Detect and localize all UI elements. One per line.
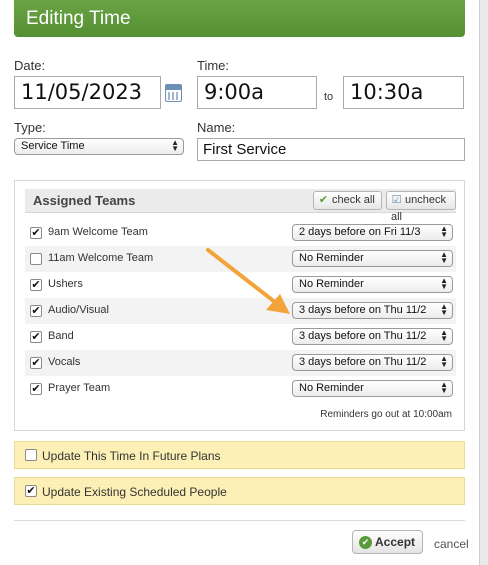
select-arrows-icon: ▲ ▼ (440, 224, 448, 239)
team-name: Ushers (48, 278, 83, 290)
team-checkbox[interactable]: ✔ (30, 227, 42, 239)
accept-label: Accept (375, 535, 416, 549)
uncheck-all-button[interactable]: ☑ uncheck all (386, 191, 456, 223)
reminder-select-value: No Reminder (299, 278, 364, 290)
check-circle-icon: ✔ (318, 194, 329, 206)
team-checkbox[interactable]: ✔ (30, 305, 42, 317)
team-name: Vocals (48, 356, 81, 368)
type-label: Type: (14, 120, 46, 135)
end-time-field[interactable]: 10:30a (343, 76, 464, 109)
annotation-arrow-icon (206, 248, 290, 314)
update-existing-label: Update Existing Scheduled People (42, 485, 227, 499)
team-name: Band (48, 330, 74, 342)
update-existing-checkbox[interactable]: ✔ (25, 485, 37, 497)
dialog-title: Editing Time (14, 0, 465, 37)
team-row: ✔ Prayer Team No Reminder ▲ ▼ (25, 376, 456, 402)
select-arrows-icon: ▲ ▼ (440, 250, 448, 265)
team-checkbox[interactable]: ✔ (30, 331, 42, 343)
accept-button[interactable]: ✔ Accept (352, 530, 423, 554)
date-label: Date: (14, 58, 46, 73)
name-label: Name: (197, 120, 236, 135)
team-name: Prayer Team (48, 382, 111, 394)
reminder-select[interactable]: No Reminder ▲ ▼ (292, 276, 453, 293)
time-separator: to (324, 91, 334, 103)
check-icon: ✔ (359, 536, 372, 549)
assigned-teams-header: Assigned Teams ✔ check all ☑ uncheck all (25, 189, 456, 223)
time-label: Time: (197, 58, 230, 73)
reminder-select-value: 3 days before on Thu 11/2 (299, 330, 427, 342)
type-select[interactable]: Service Time ▲ ▼ (14, 138, 184, 155)
reminder-select-value: No Reminder (299, 252, 364, 264)
calendar-icon[interactable] (165, 84, 182, 102)
select-arrows-icon: ▲ ▼ (440, 354, 448, 369)
select-arrows-icon: ▲ ▼ (440, 276, 448, 291)
reminder-select[interactable]: No Reminder ▲ ▼ (292, 250, 453, 267)
reminder-select[interactable]: No Reminder ▲ ▼ (292, 380, 453, 397)
reminder-select-value: 3 days before on Thu 11/2 (299, 304, 427, 316)
team-checkbox[interactable]: ✔ (30, 383, 42, 395)
team-checkbox[interactable]: ✔ (30, 357, 42, 369)
team-name: 11am Welcome Team (48, 252, 154, 264)
reminder-select[interactable]: 2 days before on Fri 11/3 ▲ ▼ (292, 224, 453, 241)
reminder-select-value: No Reminder (299, 382, 364, 394)
footer-divider (14, 520, 465, 521)
team-checkbox[interactable]: ✔ (30, 279, 42, 291)
date-field[interactable]: 11/05/2023 (14, 76, 161, 109)
reminder-select[interactable]: 3 days before on Thu 11/2 ▲ ▼ (292, 302, 453, 319)
team-name: Audio/Visual (48, 304, 109, 316)
select-arrows-icon: ▲ ▼ (171, 138, 179, 153)
team-row: ✔ Vocals 3 days before on Thu 11/2 ▲ ▼ (25, 350, 456, 376)
update-future-label: Update This Time In Future Plans (42, 449, 221, 463)
update-future-checkbox[interactable] (25, 449, 37, 461)
team-name: 9am Welcome Team (48, 226, 148, 238)
start-time-field[interactable]: 9:00a (197, 76, 317, 109)
team-checkbox[interactable] (30, 253, 42, 265)
name-field[interactable]: First Service (197, 138, 465, 161)
reminders-footnote: Reminders go out at 10:00am (320, 409, 452, 420)
assigned-teams-title: Assigned Teams (33, 193, 136, 208)
reminder-select-value: 2 days before on Fri 11/3 (299, 226, 421, 238)
team-row: ✔ Band 3 days before on Thu 11/2 ▲ ▼ (25, 324, 456, 350)
cancel-link[interactable]: cancel (434, 537, 469, 551)
uncheck-box-icon: ☑ (391, 194, 402, 206)
editing-time-dialog: Editing Time Date: 11/05/2023 Time: 9:00… (0, 0, 480, 565)
check-all-button[interactable]: ✔ check all (313, 191, 382, 210)
update-existing-option[interactable]: ✔ Update Existing Scheduled People (14, 477, 465, 505)
reminder-select-value: 3 days before on Thu 11/2 (299, 356, 427, 368)
select-arrows-icon: ▲ ▼ (440, 328, 448, 343)
reminder-select[interactable]: 3 days before on Thu 11/2 ▲ ▼ (292, 354, 453, 371)
reminder-select[interactable]: 3 days before on Thu 11/2 ▲ ▼ (292, 328, 453, 345)
select-arrows-icon: ▲ ▼ (440, 302, 448, 317)
update-future-option[interactable]: Update This Time In Future Plans (14, 441, 465, 469)
type-select-value: Service Time (21, 140, 85, 152)
select-arrows-icon: ▲ ▼ (440, 380, 448, 395)
check-all-label: check all (332, 194, 375, 206)
